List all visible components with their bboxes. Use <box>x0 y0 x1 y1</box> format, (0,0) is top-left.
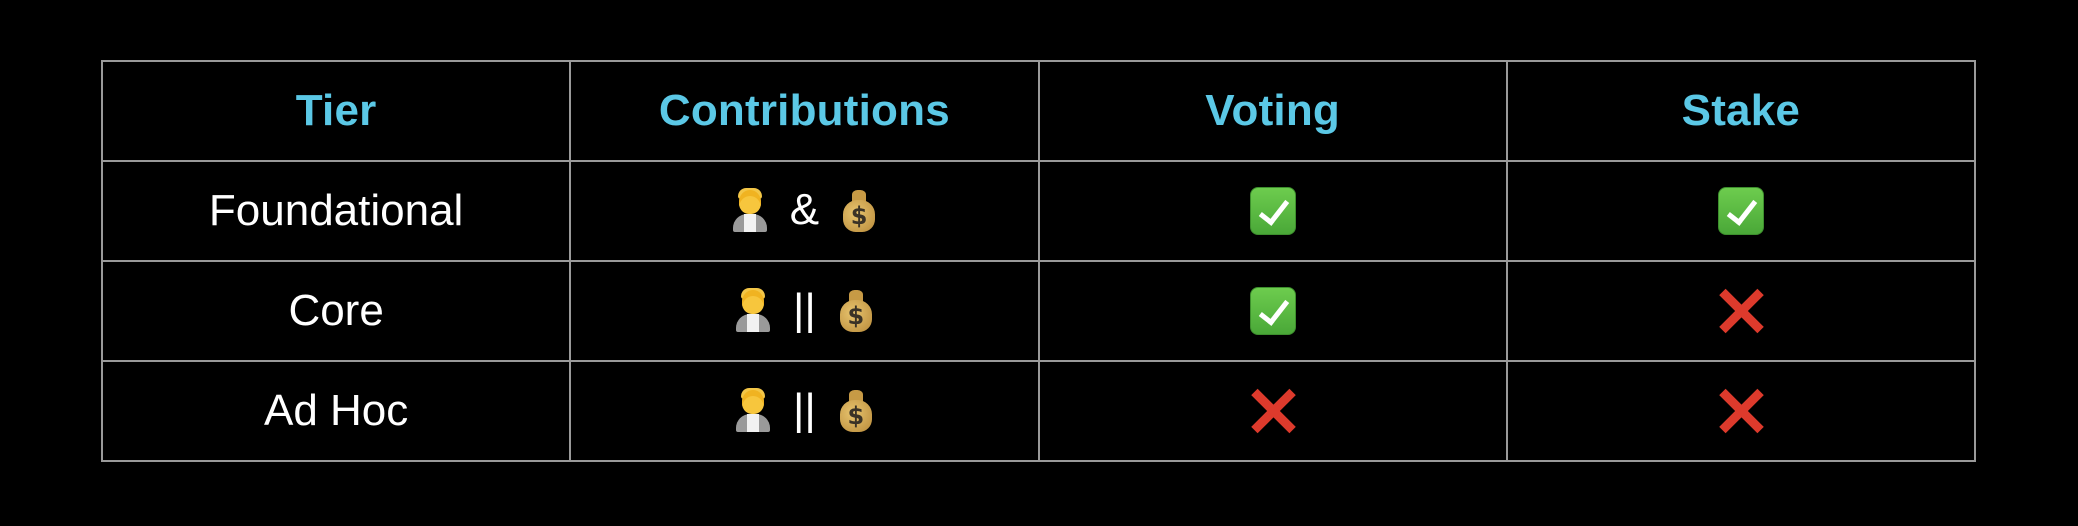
office-worker-icon <box>735 288 771 332</box>
header-contributions: Contributions <box>569 60 1040 162</box>
contribution-operator: || <box>792 385 816 434</box>
cross-mark-icon <box>1718 288 1764 334</box>
cross-mark-icon <box>1250 388 1296 434</box>
voting-cell <box>1037 360 1508 462</box>
tier-name: Foundational <box>100 160 572 262</box>
money-bag-icon: $ <box>841 188 877 232</box>
contributions-cell: || $ <box>569 360 1040 462</box>
office-worker-icon <box>732 188 768 232</box>
header-tier: Tier <box>100 60 572 162</box>
contribution-operator: || <box>792 285 816 334</box>
check-mark-icon <box>1249 287 1296 335</box>
check-mark-icon <box>1717 187 1764 235</box>
stake-cell <box>1505 260 1977 362</box>
header-stake: Stake <box>1505 60 1977 162</box>
header-voting: Voting <box>1037 60 1508 162</box>
office-worker-icon <box>735 388 771 432</box>
tiers-table: Tier Contributions Voting Stake Foundati… <box>100 60 1977 462</box>
voting-cell <box>1037 260 1508 362</box>
contributions-cell: || $ <box>569 260 1040 362</box>
stake-cell <box>1505 160 1977 262</box>
table-row: Foundational & $ <box>100 160 1977 262</box>
header-row: Tier Contributions Voting Stake <box>100 60 1977 162</box>
contributions-cell: & $ <box>569 160 1040 262</box>
voting-cell <box>1037 160 1508 262</box>
stake-cell <box>1505 360 1977 462</box>
money-bag-icon: $ <box>838 388 874 432</box>
table-row: Core || $ <box>100 260 1977 362</box>
tier-name: Ad Hoc <box>100 360 572 462</box>
cross-mark-icon <box>1718 388 1764 434</box>
table-row: Ad Hoc || $ <box>100 360 1977 462</box>
money-bag-icon: $ <box>838 288 874 332</box>
tier-name: Core <box>100 260 572 362</box>
check-mark-icon <box>1249 187 1296 235</box>
contribution-operator: & <box>789 185 820 234</box>
